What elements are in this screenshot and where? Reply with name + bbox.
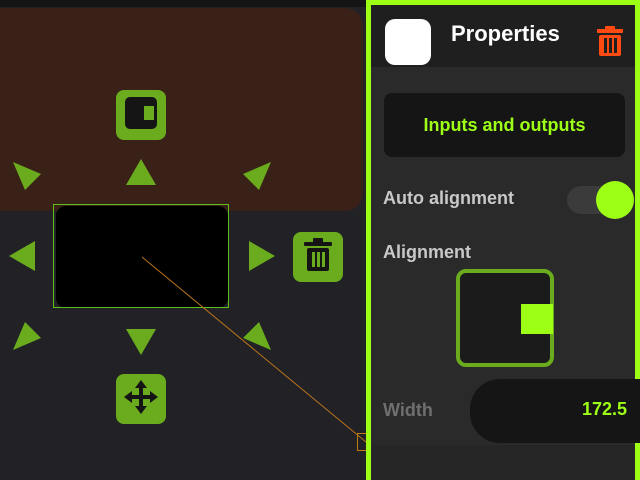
properties-panel-body: Properties Inputs and outputs Auto align… xyxy=(371,5,640,480)
auto-alignment-label: Auto alignment xyxy=(383,188,514,208)
connection-line xyxy=(141,256,366,443)
alignment-label: Alignment xyxy=(383,242,471,262)
inputs-outputs-label: Inputs and outputs xyxy=(423,114,586,135)
properties-panel: Properties Inputs and outputs Auto align… xyxy=(366,0,640,480)
trash-icon xyxy=(597,26,623,56)
properties-title: Properties xyxy=(451,21,560,46)
editor-canvas[interactable] xyxy=(0,0,366,480)
connection-anchor[interactable] xyxy=(357,433,366,451)
width-label: Width xyxy=(383,400,433,420)
widget-color-swatch[interactable] xyxy=(385,19,431,65)
alignment-position-marker[interactable] xyxy=(521,304,553,334)
toggle-knob[interactable] xyxy=(596,181,634,219)
inputs-outputs-button[interactable]: Inputs and outputs xyxy=(384,93,625,157)
delete-button[interactable] xyxy=(597,26,623,61)
properties-header: Properties xyxy=(371,5,635,67)
width-value: 172.5 xyxy=(581,399,627,419)
properties-footer xyxy=(371,445,635,480)
width-field[interactable]: 172.5 xyxy=(470,379,640,443)
